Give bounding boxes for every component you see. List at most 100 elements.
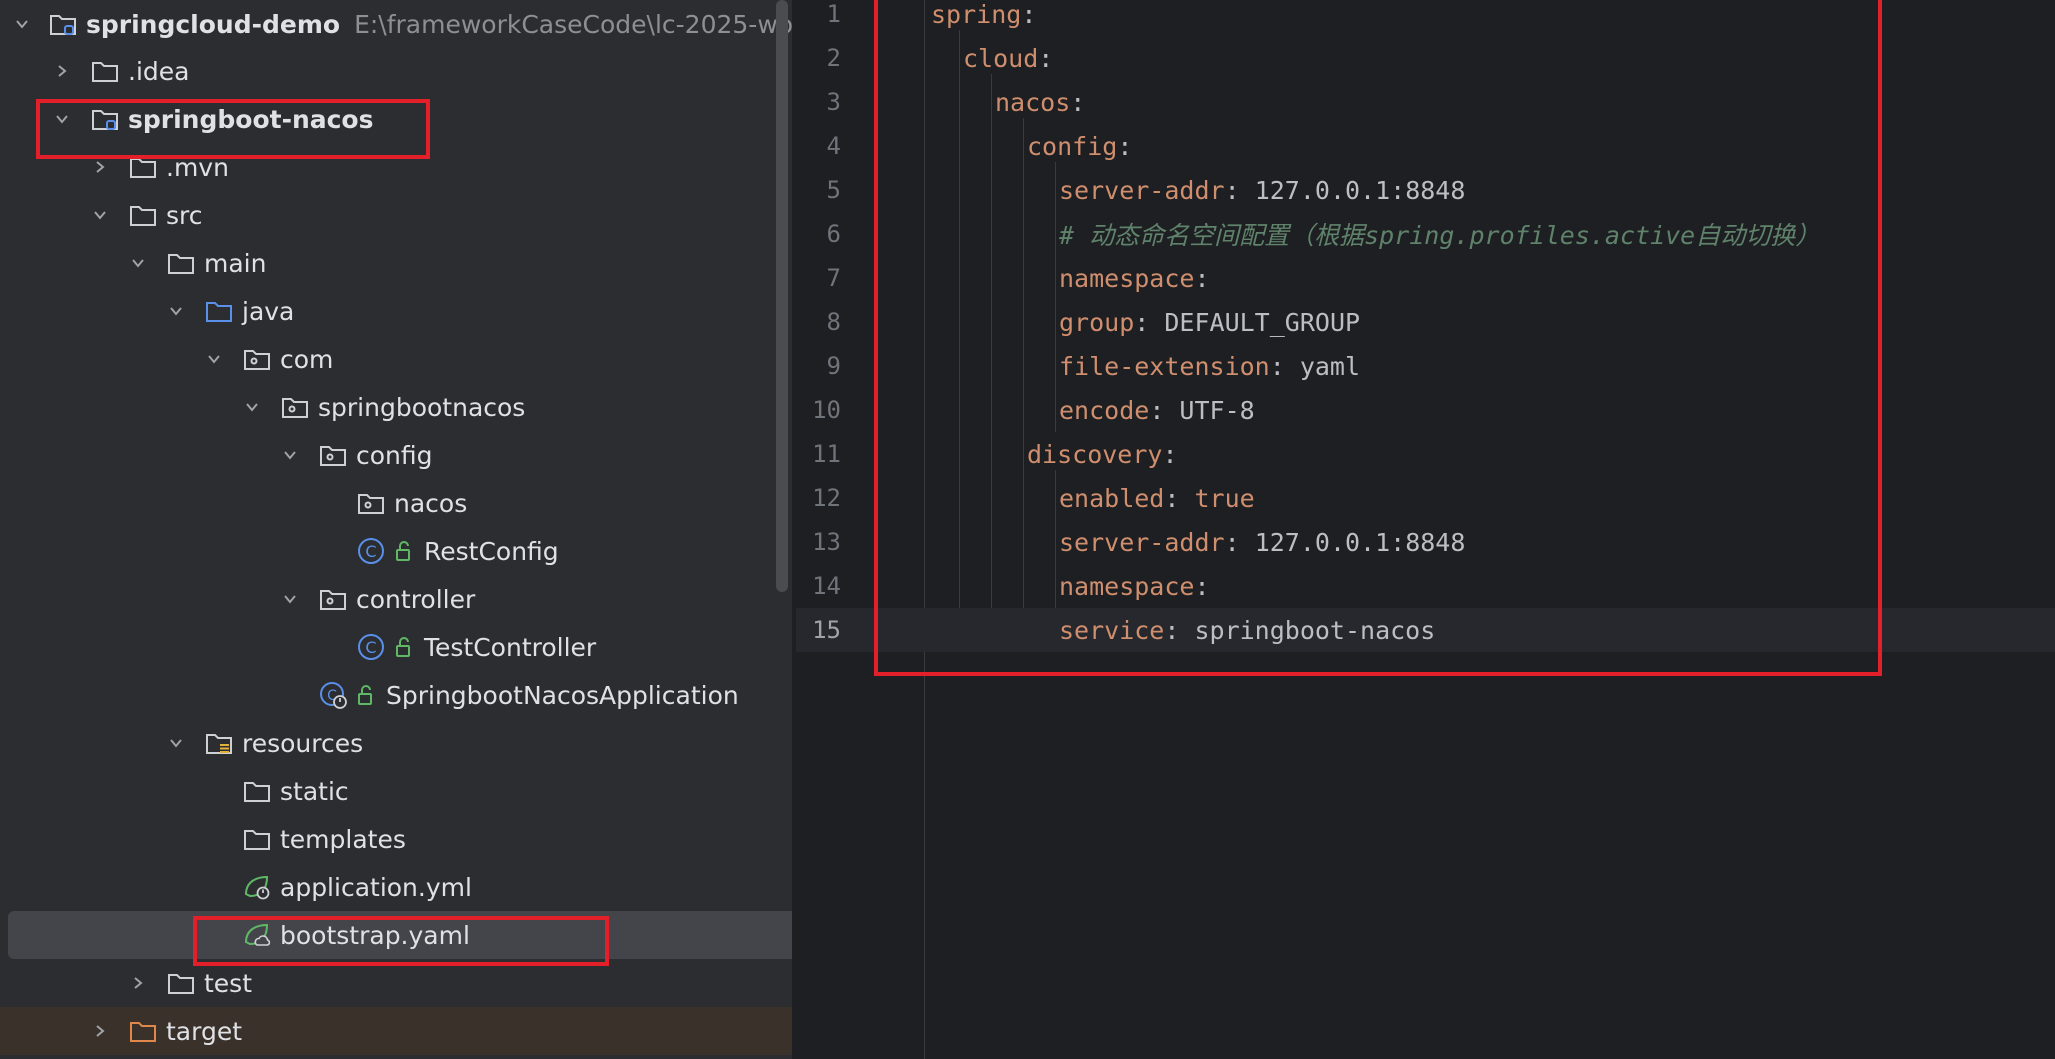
folder-icon bbox=[128, 200, 158, 230]
code-line: 4 config: bbox=[796, 124, 2055, 168]
chevron-down-icon[interactable] bbox=[280, 445, 300, 465]
yaml-key: service bbox=[1059, 615, 1165, 645]
code-line: 7 namespace: bbox=[796, 256, 2055, 300]
yaml-key: encode bbox=[1059, 395, 1150, 425]
tree-row-nacos[interactable]: nacos bbox=[0, 479, 792, 527]
yaml-key: discovery bbox=[1027, 439, 1163, 469]
svg-text:C: C bbox=[365, 638, 376, 657]
tree-row-springbootnacosapplication[interactable]: C SpringbootNacosApplication bbox=[0, 671, 792, 719]
tree-row-static[interactable]: static bbox=[0, 767, 792, 815]
tree-label: main bbox=[204, 248, 267, 278]
chevron-down-icon[interactable] bbox=[204, 349, 224, 369]
tree-row-java[interactable]: java bbox=[0, 287, 792, 335]
tree-label: RestConfig bbox=[424, 536, 559, 566]
tree-label: static bbox=[280, 776, 349, 806]
tree-row-springbootnacos[interactable]: springbootnacos bbox=[0, 383, 792, 431]
class-icon: C bbox=[356, 632, 386, 662]
tree-label: bootstrap.yaml bbox=[280, 920, 470, 950]
tree-row-springboot-nacos[interactable]: springboot-nacos bbox=[0, 95, 792, 143]
code-line: 8 group: DEFAULT_GROUP bbox=[796, 300, 2055, 344]
yaml-key: spring bbox=[931, 0, 1022, 29]
resources-folder-icon bbox=[204, 728, 234, 758]
tree-row-restconfig[interactable]: C RestConfig bbox=[0, 527, 792, 575]
folder-icon bbox=[166, 248, 196, 278]
yaml-value: UTF-8 bbox=[1179, 395, 1255, 425]
chevron-right-icon[interactable] bbox=[90, 157, 110, 177]
folder-icon bbox=[90, 56, 120, 86]
chevron-right-icon[interactable] bbox=[128, 973, 148, 993]
yaml-value: DEFAULT_GROUP bbox=[1164, 307, 1361, 337]
code-line: 1 spring: bbox=[796, 0, 2055, 36]
chevron-down-icon[interactable] bbox=[280, 589, 300, 609]
line-number: 6 bbox=[826, 220, 841, 248]
yaml-key: namespace bbox=[1059, 571, 1195, 601]
tree-label: config bbox=[356, 440, 433, 470]
folder-icon bbox=[242, 824, 272, 854]
class-icon: C bbox=[356, 536, 386, 566]
yaml-key: cloud bbox=[963, 43, 1039, 73]
tree-row-test[interactable]: test bbox=[0, 959, 792, 1007]
public-access-icon bbox=[394, 540, 416, 562]
yaml-key: file-extension bbox=[1059, 351, 1270, 381]
spring-boot-application-icon: C bbox=[318, 680, 348, 710]
tree-row-springcloud-demo[interactable]: springcloud-demo E:\frameworkCaseCode\lc… bbox=[0, 0, 792, 48]
tree-row-main[interactable]: main bbox=[0, 239, 792, 287]
tree-row-target[interactable]: target bbox=[0, 1007, 792, 1055]
chevron-down-icon[interactable] bbox=[128, 253, 148, 273]
tree-row-mvn[interactable]: .mvn bbox=[0, 143, 792, 191]
tree-label: springboot-nacos bbox=[128, 104, 374, 134]
tree-label: java bbox=[242, 296, 295, 326]
tree-row-config[interactable]: config bbox=[0, 431, 792, 479]
tree-row-resources[interactable]: resources bbox=[0, 719, 792, 767]
tree-row-bootstrap-yaml[interactable]: bootstrap.yaml bbox=[0, 911, 792, 959]
chevron-down-icon[interactable] bbox=[166, 733, 186, 753]
module-folder-icon bbox=[90, 104, 120, 134]
yaml-key: enabled bbox=[1059, 483, 1165, 513]
chevron-down-icon[interactable] bbox=[90, 205, 110, 225]
line-number: 7 bbox=[826, 264, 841, 292]
code-line-current: 15 service: springboot-nacos bbox=[796, 608, 2055, 652]
tree-label: springcloud-demo bbox=[86, 9, 341, 39]
yaml-value: 127.0.0.1:8848 bbox=[1254, 175, 1466, 205]
chevron-down-icon[interactable] bbox=[166, 301, 186, 321]
tree-label: test bbox=[204, 968, 253, 998]
code-editor[interactable]: 1 spring: 2 cloud: 3 nacos: 4 config: 5 … bbox=[796, 0, 2055, 1059]
folder-icon bbox=[166, 968, 196, 998]
tree-row-templates[interactable]: templates bbox=[0, 815, 792, 863]
tree-scrollbar[interactable] bbox=[776, 0, 788, 592]
yaml-key: config bbox=[1027, 131, 1118, 161]
tree-label: resources bbox=[242, 728, 364, 758]
package-icon bbox=[242, 344, 272, 374]
excluded-folder-icon bbox=[128, 1016, 158, 1046]
tree-row-src[interactable]: src bbox=[0, 191, 792, 239]
tree-row-controller[interactable]: controller bbox=[0, 575, 792, 623]
line-number: 10 bbox=[812, 396, 841, 424]
code-line: 3 nacos: bbox=[796, 80, 2055, 124]
yaml-key: server-addr bbox=[1059, 175, 1225, 205]
tree-row-com[interactable]: com bbox=[0, 335, 792, 383]
package-icon bbox=[356, 488, 386, 518]
tree-row-testcontroller[interactable]: C TestController bbox=[0, 623, 792, 671]
project-path: E:\frameworkCaseCode\lc-2025-work\spr bbox=[354, 9, 792, 39]
chevron-down-icon[interactable] bbox=[242, 397, 262, 417]
yaml-value: true bbox=[1194, 483, 1255, 513]
yaml-value: yaml bbox=[1299, 351, 1361, 381]
line-number: 2 bbox=[826, 44, 841, 72]
public-access-icon bbox=[394, 636, 416, 658]
line-number: 11 bbox=[812, 440, 841, 468]
svg-text:C: C bbox=[365, 542, 376, 561]
tree-label: templates bbox=[280, 824, 406, 854]
chevron-right-icon[interactable] bbox=[90, 1021, 110, 1041]
line-number: 13 bbox=[812, 528, 841, 556]
tree-label: src bbox=[166, 200, 203, 230]
chevron-right-icon[interactable] bbox=[52, 61, 72, 81]
tree-label: springbootnacos bbox=[318, 392, 526, 422]
source-folder-icon bbox=[204, 296, 234, 326]
line-number: 5 bbox=[826, 176, 841, 204]
chevron-down-icon[interactable] bbox=[52, 109, 72, 129]
tree-row-application-yml[interactable]: application.yml bbox=[0, 863, 792, 911]
code-line: 9 file-extension: yaml bbox=[796, 344, 2055, 388]
tree-row-idea[interactable]: .idea bbox=[0, 47, 792, 95]
chevron-down-icon[interactable] bbox=[14, 14, 30, 34]
yaml-key: server-addr bbox=[1059, 527, 1225, 557]
